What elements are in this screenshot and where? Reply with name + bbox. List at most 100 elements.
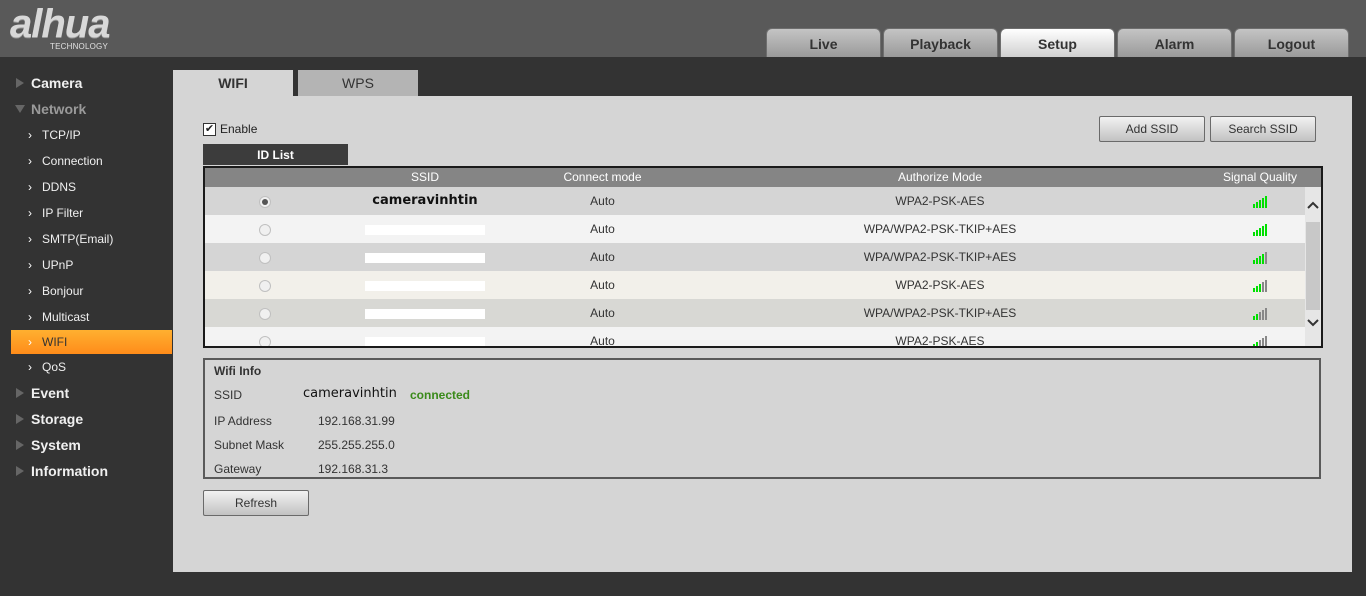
ssid-cell <box>325 299 525 327</box>
ssid-value: cameravinhtin <box>303 386 397 401</box>
table-scrollbar[interactable] <box>1305 187 1321 346</box>
sidebar-group-label: Camera <box>31 75 83 91</box>
sidebar-item-ddns[interactable]: › DDNS <box>0 174 172 200</box>
signal-bar <box>1265 223 1267 236</box>
chevron-right-icon: › <box>28 154 32 168</box>
header: alhua TECHNOLOGY Live Playback Setup Ala… <box>0 0 1366 57</box>
tab-wifi[interactable]: WIFI <box>173 70 293 96</box>
sidebar-group-system[interactable]: System <box>0 432 172 458</box>
redacted-ssid <box>365 224 485 235</box>
nav-tab-logout[interactable]: Logout <box>1234 28 1349 57</box>
column-header-authorize-mode: Authorize Mode <box>897 170 983 184</box>
table-row[interactable]: cameravinhtin Auto WPA2-PSK-AES <box>205 187 1321 215</box>
signal-quality-cell <box>1200 327 1320 346</box>
sidebar-item-upnp[interactable]: › UPnP <box>0 252 172 278</box>
sidebar-group-storage[interactable]: Storage <box>0 406 172 432</box>
column-header-signal-quality: Signal Quality <box>1222 170 1298 184</box>
ip-address-label: IP Address <box>214 414 272 428</box>
sidebar-item-smtp[interactable]: › SMTP(Email) <box>0 226 172 252</box>
table-row[interactable]: Auto WPA2-PSK-AES <box>205 327 1321 348</box>
sidebar-item-wifi[interactable]: › WIFI <box>11 330 172 354</box>
nav-tab-live[interactable]: Live <box>766 28 881 57</box>
signal-strength-icon <box>1253 335 1267 346</box>
tab-wps[interactable]: WPS <box>298 70 418 96</box>
signal-bar <box>1265 307 1267 320</box>
brand-subtitle: TECHNOLOGY <box>50 42 109 51</box>
chevron-right-icon: › <box>28 335 32 349</box>
subnet-mask-value: 255.255.255.0 <box>318 438 395 452</box>
ssid-radio[interactable] <box>259 223 271 236</box>
chevron-right-icon: › <box>28 128 32 142</box>
add-ssid-button[interactable]: Add SSID <box>1099 116 1205 142</box>
table-row[interactable]: Auto WPA/WPA2-PSK-TKIP+AES <box>205 215 1321 243</box>
nav-tab-setup[interactable]: Setup <box>1000 28 1115 57</box>
connect-mode-cell: Auto <box>590 194 615 208</box>
sidebar-item-multicast[interactable]: › Multicast <box>0 304 172 330</box>
signal-bar <box>1262 197 1264 208</box>
ssid-radio[interactable] <box>259 307 271 320</box>
signal-bar <box>1253 315 1255 320</box>
select-cell <box>205 243 325 271</box>
sidebar-group-information[interactable]: Information <box>0 458 172 484</box>
signal-bar <box>1253 231 1255 236</box>
nav-tab-playback[interactable]: Playback <box>883 28 998 57</box>
wifi-info-title: Wifi Info <box>214 364 262 378</box>
sidebar-group-camera[interactable]: Camera <box>0 70 172 96</box>
connect-mode-cell: Auto <box>590 250 615 264</box>
sidebar-item-label: SMTP(Email) <box>42 232 114 246</box>
table-row[interactable]: Auto WPA2-PSK-AES <box>205 271 1321 299</box>
nav-tab-alarm[interactable]: Alarm <box>1117 28 1232 57</box>
signal-bar <box>1256 229 1258 236</box>
content-area: WIFI WPS ✔ Enable Add SSID Search SSID I… <box>173 70 1352 572</box>
ssid-radio[interactable] <box>259 279 271 292</box>
ssid-cell: cameravinhtin <box>372 193 478 208</box>
scrollbar-thumb[interactable] <box>1306 222 1320 310</box>
connect-mode-cell: Auto <box>590 334 615 348</box>
sidebar-group-network[interactable]: Network <box>0 96 172 122</box>
sidebar-item-ip-filter[interactable]: › IP Filter <box>0 200 172 226</box>
select-cell <box>205 215 325 243</box>
sidebar-item-tcpip[interactable]: › TCP/IP <box>0 122 172 148</box>
ssid-radio[interactable] <box>259 335 271 346</box>
sidebar-group-label: System <box>31 437 81 453</box>
sidebar-item-label: WIFI <box>42 335 68 349</box>
table-header: SSID Connect mode Authorize Mode Signal … <box>205 168 1321 187</box>
signal-strength-icon <box>1253 223 1267 236</box>
connect-mode-cell: Auto <box>590 222 615 236</box>
sidebar-item-qos[interactable]: › QoS <box>0 354 172 380</box>
scroll-up-icon[interactable] <box>1305 197 1321 213</box>
ssid-radio[interactable] <box>259 195 271 208</box>
signal-strength-icon <box>1253 195 1267 208</box>
sidebar: Camera Network › TCP/IP › Connection › DDNS… <box>0 70 172 484</box>
refresh-button[interactable]: Refresh <box>203 490 309 516</box>
chevron-right-icon: › <box>28 206 32 220</box>
signal-quality-cell <box>1200 187 1320 215</box>
signal-bar <box>1265 335 1267 346</box>
ssid-radio[interactable] <box>259 251 271 264</box>
signal-bar <box>1256 257 1258 264</box>
sidebar-item-connection[interactable]: › Connection <box>0 148 172 174</box>
signal-bar <box>1265 251 1267 264</box>
ssid-cell <box>325 327 525 346</box>
enable-label: Enable <box>220 122 258 136</box>
search-ssid-button[interactable]: Search SSID <box>1210 116 1316 142</box>
triangle-right-icon <box>16 388 24 398</box>
table-row[interactable]: Auto WPA/WPA2-PSK-TKIP+AES <box>205 243 1321 271</box>
signal-bar <box>1259 227 1261 236</box>
sidebar-group-event[interactable]: Event <box>0 380 172 406</box>
authorize-mode-cell: WPA/WPA2-PSK-TKIP+AES <box>863 222 1017 236</box>
signal-bar <box>1259 255 1261 264</box>
scroll-down-icon[interactable] <box>1305 315 1321 331</box>
signal-bar <box>1256 313 1258 320</box>
sidebar-group-label: Event <box>31 385 70 401</box>
table-row[interactable]: Auto WPA/WPA2-PSK-TKIP+AES <box>205 299 1321 327</box>
sidebar-group-label: Network <box>31 101 87 117</box>
sidebar-item-bonjour[interactable]: › Bonjour <box>0 278 172 304</box>
select-cell <box>205 327 325 346</box>
signal-strength-icon <box>1253 307 1267 320</box>
signal-bar <box>1253 259 1255 264</box>
enable-checkbox[interactable]: ✔ <box>203 122 216 136</box>
redacted-ssid <box>365 252 485 263</box>
subnet-mask-label: Subnet Mask <box>214 438 285 452</box>
signal-bar <box>1262 337 1264 346</box>
